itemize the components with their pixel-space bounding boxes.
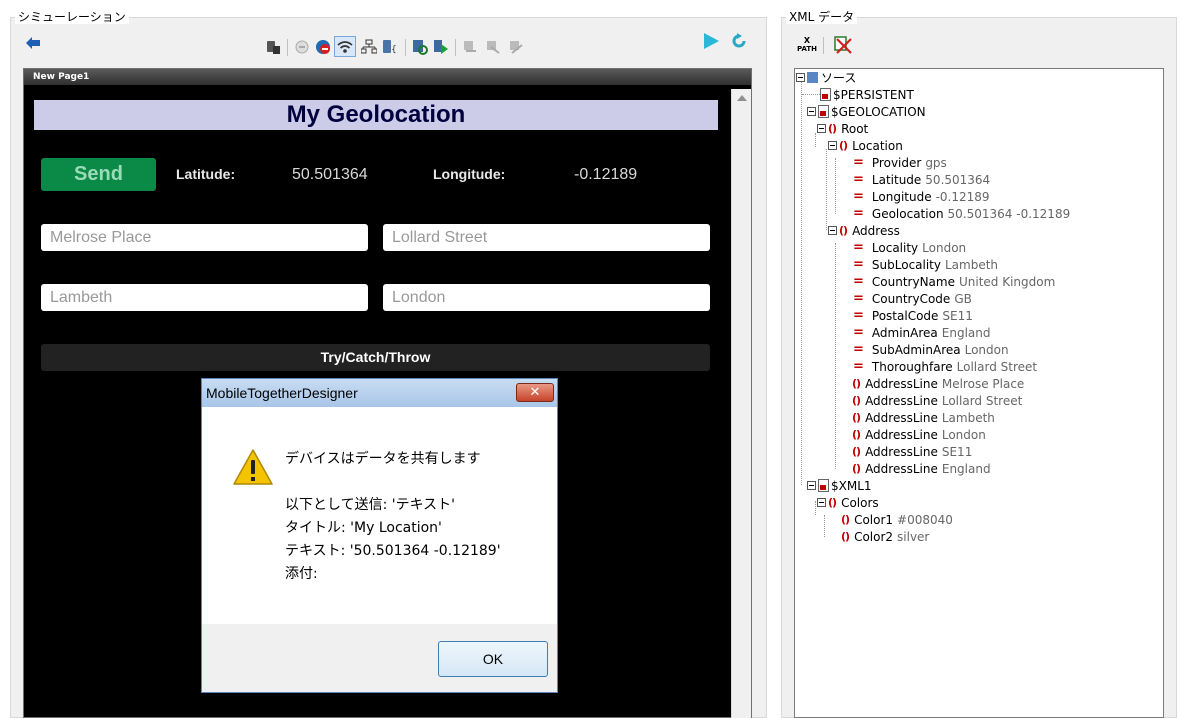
address-input-4[interactable]: London xyxy=(383,284,710,311)
dialog-line-4: 添付: xyxy=(285,566,318,582)
dialog-line-1: 以下として送信: 'テキスト' xyxy=(285,497,456,513)
svg-text:{}: {} xyxy=(391,45,398,55)
reload-icon[interactable] xyxy=(730,32,747,49)
play-icon[interactable] xyxy=(701,31,721,51)
xpath-icon-label: PATH xyxy=(797,45,817,53)
try-catch-throw-button[interactable]: Try/Catch/Throw xyxy=(41,344,710,371)
ok-button[interactable]: OK xyxy=(438,641,548,677)
app-title: My Geolocation xyxy=(34,100,718,130)
tree-node-color2[interactable]: () Color2 silver xyxy=(841,528,929,545)
tree-attr-locality[interactable]: = Locality London xyxy=(853,239,966,256)
run-step-icon[interactable] xyxy=(432,38,449,55)
tree-attr-countryname[interactable]: = CountryName United Kingdom xyxy=(853,273,1055,290)
dialog-line-2: タイトル: 'My Location' xyxy=(285,520,442,536)
address-input-3[interactable]: Lambeth xyxy=(41,284,368,311)
tree-attr-sublocality[interactable]: = SubLocality Lambeth xyxy=(853,256,998,273)
tree-node-colors[interactable]: () Colors xyxy=(817,494,879,511)
vertical-scrollbar[interactable] xyxy=(731,89,751,718)
address-input-1[interactable]: Melrose Place xyxy=(41,224,368,251)
tree-attr-countrycode[interactable]: = CountryCode GB xyxy=(853,290,972,307)
tree-node-xml1[interactable]: $XML1 xyxy=(807,477,872,494)
network-tree-icon[interactable] xyxy=(360,38,377,55)
clear-data-icon[interactable] xyxy=(833,35,853,55)
share-dialog: MobileTogetherDesigner ✕ デバイスはデータを共有します … xyxy=(201,378,558,693)
dialog-heading: デバイスはデータを共有します xyxy=(285,451,481,467)
tree-node-address[interactable]: () Address xyxy=(828,222,900,239)
tree-node-root[interactable]: () Root xyxy=(817,120,868,137)
back-arrow-icon[interactable] xyxy=(24,34,41,51)
tree-node-persistent[interactable]: $PERSISTENT xyxy=(820,86,914,103)
tree-node-addressline-1[interactable]: () AddressLine Melrose Place xyxy=(852,375,1024,392)
tree-node-geolocation[interactable]: $GEOLOCATION xyxy=(807,103,926,120)
tree-node-addressline-5[interactable]: () AddressLine SE11 xyxy=(852,443,972,460)
dialog-close-button[interactable]: ✕ xyxy=(516,383,554,402)
refresh-data-icon[interactable] xyxy=(411,38,428,55)
latitude-label: Latitude: xyxy=(176,166,236,182)
latitude-value: 50.501364 xyxy=(292,166,368,183)
simulation-panel-title: シミューレーション xyxy=(15,10,129,24)
page-tab: New Page1 xyxy=(24,69,751,85)
xml-panel-title: XML データ xyxy=(786,10,858,24)
tree-attr-postalcode[interactable]: = PostalCode SE11 xyxy=(853,307,973,324)
tree-attr-thoroughfare[interactable]: = Thoroughfare Lollard Street xyxy=(853,358,1037,375)
tree-attr-longitude[interactable]: = Longitude -0.12189 xyxy=(853,188,990,205)
device-code-icon[interactable]: {} xyxy=(381,38,398,55)
tree-node-addressline-3[interactable]: () AddressLine Lambeth xyxy=(852,409,995,426)
device-rotate-icon[interactable] xyxy=(264,38,281,55)
longitude-label: Longitude: xyxy=(433,166,506,182)
dialog-title: MobileTogetherDesigner xyxy=(202,379,557,407)
dialog-line-3: テキスト: '50.501364 -0.12189' xyxy=(285,543,501,559)
tree-attr-latitude[interactable]: = Latitude 50.501364 xyxy=(853,171,990,188)
disabled-step-icon-2 xyxy=(484,38,501,55)
warning-icon xyxy=(232,448,274,489)
disabled-step-icon-1 xyxy=(461,38,478,55)
tree-attr-adminarea[interactable]: = AdminArea England xyxy=(853,324,990,341)
tree-node-addressline-6[interactable]: () AddressLine England xyxy=(852,460,991,477)
send-button[interactable]: Send xyxy=(41,158,156,191)
tree-node-addressline-2[interactable]: () AddressLine Lollard Street xyxy=(852,392,1022,409)
disabled-circle-icon xyxy=(293,38,310,55)
tree-attr-provider[interactable]: = Provider gps xyxy=(853,154,947,171)
tree-node-color1[interactable]: () Color1 #008040 xyxy=(841,511,953,528)
tree-node-source[interactable]: ソース xyxy=(796,69,856,86)
address-input-2[interactable]: Lollard Street xyxy=(383,224,710,251)
tree-node-location[interactable]: () Location xyxy=(828,137,903,154)
disabled-step-icon-3 xyxy=(507,38,524,55)
longitude-value: -0.12189 xyxy=(574,166,638,183)
xml-tree: ソース $PERSISTENT $GEOLOCATION () Root () Lo… xyxy=(794,68,1164,718)
scroll-up-icon[interactable] xyxy=(737,95,747,101)
wifi-icon[interactable] xyxy=(334,36,356,57)
stop-icon[interactable] xyxy=(314,38,331,55)
tree-attr-geolocation[interactable]: = Geolocation 50.501364 -0.12189 xyxy=(853,205,1070,222)
tree-node-addressline-4[interactable]: () AddressLine London xyxy=(852,426,986,443)
tree-attr-subadminarea[interactable]: = SubAdminArea London xyxy=(853,341,1009,358)
xpath-icon[interactable]: X PATH xyxy=(796,35,818,55)
